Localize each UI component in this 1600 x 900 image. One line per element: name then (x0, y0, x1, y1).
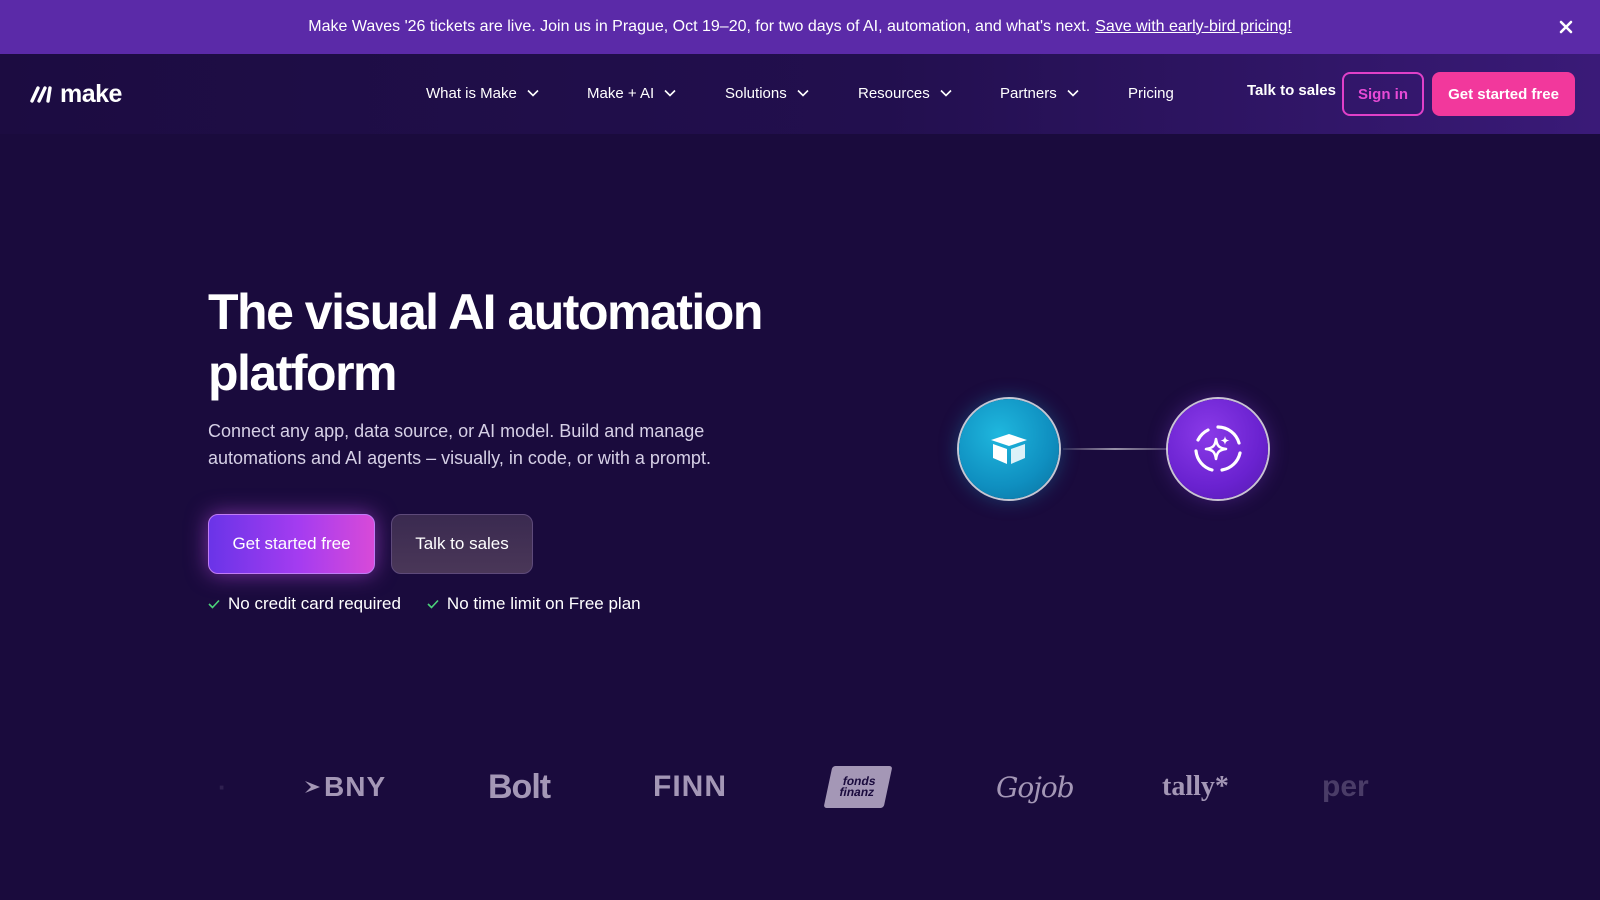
airtable-module-node (959, 399, 1059, 499)
finn-logo: FINN (653, 770, 727, 803)
chevron-down-icon (1067, 89, 1079, 97)
per-logo-partial: per (1322, 770, 1369, 803)
scenario-connector (1063, 448, 1167, 450)
make-logo[interactable]: make (30, 78, 122, 110)
chevron-down-icon (527, 89, 539, 97)
bolt-logo: Bolt (488, 767, 551, 806)
perk-item: No time limit on Free plan (427, 594, 641, 614)
gojob-logo: Gojob (996, 770, 1075, 804)
nav-item-what-is-make[interactable]: What is Make (426, 81, 539, 105)
fonds-finanz-logo: fonds finanz (823, 766, 893, 808)
talk-to-sales-button[interactable]: Talk to sales (391, 514, 533, 574)
logo-wordmark: make (60, 79, 122, 108)
check-icon (208, 599, 220, 609)
top-navigation: make What is Make Make + AI Solutions Re… (0, 54, 1600, 134)
hero-perks: No credit card required No time limit on… (208, 594, 641, 614)
hero-subtitle: Connect any app, data source, or AI mode… (208, 421, 711, 468)
sign-in-button[interactable]: Sign in (1342, 72, 1424, 116)
close-icon[interactable] (1554, 15, 1578, 39)
nav-item-label: What is Make (426, 84, 517, 102)
hero-title: The visual AI automation platform (208, 284, 763, 401)
banner-text: Make Waves '26 tickets are live. Join us… (308, 18, 1292, 35)
banner-early-bird-link[interactable]: Save with early-bird pricing! (1095, 18, 1292, 35)
perk-item: No credit card required (208, 594, 401, 614)
chevron-down-icon (940, 89, 952, 97)
ai-sparkle-icon (1194, 425, 1242, 472)
nav-item-label: Solutions (725, 84, 787, 102)
bny-arrow-icon (305, 781, 320, 793)
perk-label: No credit card required (228, 594, 401, 613)
perk-label: No time limit on Free plan (446, 594, 641, 613)
get-started-free-button[interactable]: Get started free (208, 514, 375, 574)
nav-item-resources[interactable]: Resources (858, 81, 952, 105)
partial-logo: · (218, 771, 227, 802)
chevron-down-icon (664, 89, 676, 97)
make-logo-mark-icon (30, 86, 52, 103)
nav-item-partners[interactable]: Partners (1000, 81, 1079, 105)
get-started-free-nav-button[interactable]: Get started free (1432, 72, 1575, 116)
bny-logo: BNY (304, 758, 386, 816)
nav-item-label: Partners (1000, 84, 1057, 102)
announcement-banner: Make Waves '26 tickets are live. Join us… (0, 0, 1600, 54)
nav-item-make-ai[interactable]: Make + AI (587, 81, 676, 105)
chevron-down-icon (797, 89, 809, 97)
nav-item-pricing[interactable]: Pricing (1128, 81, 1174, 105)
tally-logo: tally* (1162, 771, 1229, 802)
customer-logos-strip: · BNY Bolt FINN fonds finanz Gojob tally… (200, 758, 1400, 816)
ai-module-node (1168, 399, 1268, 499)
airtable-icon (991, 434, 1027, 464)
nav-item-label: Pricing (1128, 84, 1174, 102)
check-icon (427, 599, 439, 609)
nav-item-label: Make + AI (587, 84, 655, 102)
nav-item-label: Resources (858, 84, 930, 102)
talk-to-sales-link[interactable]: Talk to sales (1247, 82, 1336, 99)
nav-item-solutions[interactable]: Solutions (725, 81, 809, 105)
